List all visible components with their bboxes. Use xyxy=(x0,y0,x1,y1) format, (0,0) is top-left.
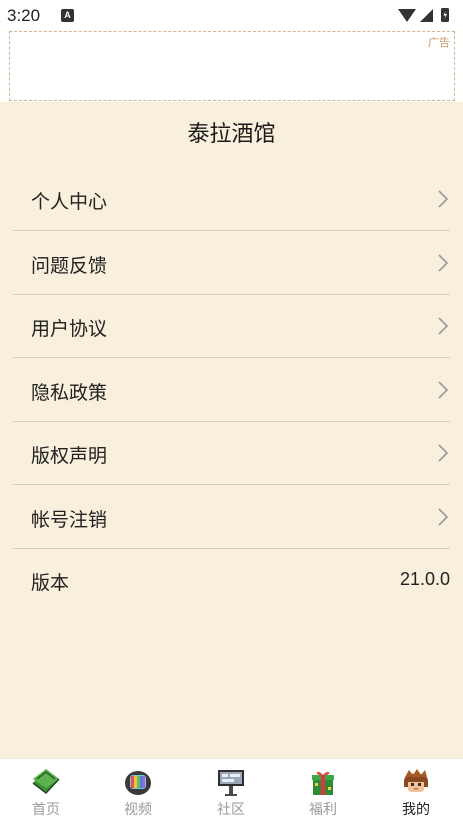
menu-item-privacy-policy[interactable]: 隐私政策 xyxy=(13,358,450,422)
chevron-right-icon xyxy=(438,317,449,335)
chevron-right-icon xyxy=(438,444,449,462)
gift-icon xyxy=(312,771,334,795)
tab-label: 我的 xyxy=(402,802,430,818)
signboard-icon xyxy=(218,770,244,796)
menu-item-feedback[interactable]: 问题反馈 xyxy=(13,231,450,295)
menu-item-copyright[interactable]: 版权声明 xyxy=(13,421,450,485)
menu-item-label: 帐号注销 xyxy=(31,509,108,531)
tab-label: 首页 xyxy=(32,802,60,818)
avatar-icon xyxy=(404,769,428,792)
ad-label: 广告 xyxy=(428,36,450,49)
book-icon xyxy=(32,769,60,795)
version-row: 版本 21.0.0 xyxy=(13,548,450,612)
menu-item-delete-account[interactable]: 帐号注销 xyxy=(13,485,450,549)
status-bar: 3:20 A xyxy=(0,0,463,31)
signal-icon xyxy=(420,9,433,22)
tab-label: 视频 xyxy=(124,802,152,818)
status-time: 3:20 xyxy=(7,6,41,25)
page-title: 泰拉酒馆 xyxy=(187,122,276,147)
menu-item-label: 用户协议 xyxy=(31,318,108,340)
tab-community[interactable]: 社区 xyxy=(185,759,277,824)
menu-item-personal-center[interactable]: 个人中心 xyxy=(13,167,450,231)
menu-item-label: 问题反馈 xyxy=(31,255,108,277)
status-icons xyxy=(398,8,449,22)
tab-welfare[interactable]: 福利 xyxy=(277,759,369,824)
notification-icon: A xyxy=(61,9,74,22)
version-label: 版本 xyxy=(31,572,70,594)
tab-label: 社区 xyxy=(217,802,245,818)
version-value: 21.0.0 xyxy=(399,569,450,589)
chevron-right-icon xyxy=(438,508,449,526)
tv-icon xyxy=(125,771,151,795)
tab-mine[interactable]: 我的 xyxy=(370,759,462,824)
chevron-right-icon xyxy=(438,381,449,399)
wifi-icon xyxy=(398,9,416,22)
chevron-right-icon xyxy=(438,190,449,208)
tab-home[interactable]: 首页 xyxy=(0,759,92,824)
menu-item-user-agreement[interactable]: 用户协议 xyxy=(13,294,450,358)
tab-label: 福利 xyxy=(309,802,337,818)
menu-item-label: 个人中心 xyxy=(31,191,108,213)
tab-video[interactable]: 视频 xyxy=(92,759,184,824)
menu-item-label: 隐私政策 xyxy=(31,382,108,404)
menu-item-label: 版权声明 xyxy=(31,445,108,467)
ad-banner[interactable]: 广告 xyxy=(9,31,455,101)
profile-page: 泰拉酒馆 个人中心 问题反馈 用户协议 隐私政策 版权声明 帐号注销 版本 21… xyxy=(0,102,463,758)
bottom-tab-bar: 首页 视频 社区 福利 我的 xyxy=(0,758,463,824)
chevron-right-icon xyxy=(438,254,449,272)
